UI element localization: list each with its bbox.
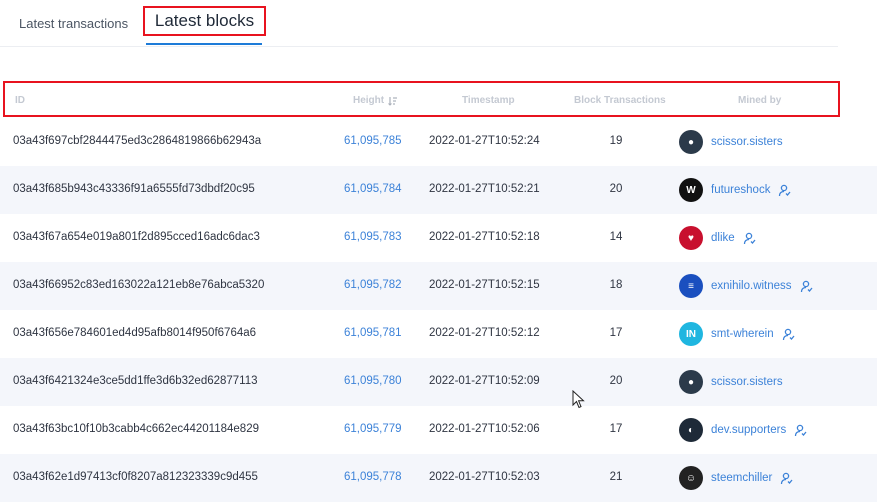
block-transaction-count: 20 — [609, 375, 623, 387]
block-id[interactable]: 03a43f685b943c43336f91a6555fd73dbdf20c95 — [13, 183, 255, 195]
miner-link[interactable]: ◐ dev.supporters — [679, 418, 807, 442]
block-height-link[interactable]: 61,095,783 — [344, 231, 402, 243]
face-avatar-icon: ☺ — [679, 466, 703, 490]
miner-name[interactable]: futureshock — [711, 184, 770, 196]
miner-link[interactable]: IN smt-wherein — [679, 322, 795, 346]
block-height-link[interactable]: 61,095,781 — [344, 327, 402, 339]
block-id[interactable]: 03a43f63bc10f10b3cabb4c662ec44201184e829 — [13, 423, 259, 435]
block-transaction-count: 14 — [609, 231, 623, 243]
block-timestamp: 2022-01-27T10:52:03 — [429, 471, 540, 483]
block-transaction-count: 17 — [609, 423, 623, 435]
block-timestamp: 2022-01-27T10:52:06 — [429, 423, 540, 435]
table-row[interactable]: 03a43f6421324e3ce5dd1ffe3d6b32ed62877113… — [0, 358, 877, 406]
block-transaction-count: 19 — [609, 135, 623, 147]
table-row[interactable]: 03a43f62e1d97413cf0f8207a812323339c9d455… — [0, 454, 877, 502]
column-header-id[interactable]: ID — [15, 95, 25, 106]
heart-logo-icon: ♥ — [679, 226, 703, 250]
column-header-block-transactions[interactable]: Block Transactions — [574, 95, 666, 106]
table-row[interactable]: 03a43f697cbf2844475ed3c2864819866b62943a… — [0, 118, 877, 166]
tab-bar: Latest transactions Latest blocks — [0, 0, 838, 47]
block-height-link[interactable]: 61,095,784 — [344, 183, 402, 195]
block-height-link[interactable]: 61,095,778 — [344, 471, 402, 483]
column-header-height[interactable]: Height — [353, 95, 398, 106]
w-logo-icon: W — [679, 178, 703, 202]
miner-link[interactable]: Wfutureshock — [679, 178, 791, 202]
miner-name[interactable]: smt-wherein — [711, 328, 774, 340]
block-height-link[interactable]: 61,095,780 — [344, 375, 402, 387]
block-transaction-count: 18 — [609, 279, 623, 291]
block-height-link[interactable]: 61,095,782 — [344, 279, 402, 291]
block-timestamp: 2022-01-27T10:52:24 — [429, 135, 540, 147]
table-row[interactable]: 03a43f656e784601ed4d95afb8014f950f6764a6… — [0, 310, 877, 358]
photo-avatar-icon: ● — [679, 130, 703, 154]
column-header-height-label: Height — [353, 95, 385, 106]
blocks-table-body: 03a43f697cbf2844475ed3c2864819866b62943a… — [0, 118, 877, 502]
table-row[interactable]: 03a43f63bc10f10b3cabb4c662ec44201184e829… — [0, 406, 877, 454]
block-transaction-count: 17 — [609, 327, 623, 339]
block-timestamp: 2022-01-27T10:52:09 — [429, 375, 540, 387]
block-id[interactable]: 03a43f656e784601ed4d95afb8014f950f6764a6 — [13, 327, 256, 339]
miner-name[interactable]: exnihilo.witness — [711, 280, 792, 292]
block-timestamp: 2022-01-27T10:52:21 — [429, 183, 540, 195]
tab-latest-transactions[interactable]: Latest transactions — [19, 16, 128, 31]
block-height-link[interactable]: 61,095,779 — [344, 423, 402, 435]
block-timestamp: 2022-01-27T10:52:18 — [429, 231, 540, 243]
block-id[interactable]: 03a43f67a654e019a801f2d895cced16adc6dac3 — [13, 231, 260, 243]
moon-logo-icon: ◐ — [679, 418, 703, 442]
miner-name[interactable]: scissor.sisters — [711, 376, 783, 388]
miner-link[interactable]: ♥ dlike — [679, 226, 756, 250]
mouse-cursor-icon — [572, 390, 585, 409]
miner-name[interactable]: scissor.sisters — [711, 136, 783, 148]
table-row[interactable]: 03a43f685b943c43336f91a6555fd73dbdf20c95… — [0, 166, 877, 214]
table-row[interactable]: 03a43f66952c83ed163022a121eb8e76abca5320… — [0, 262, 877, 310]
witness-badge-icon — [779, 184, 791, 196]
witness-badge-icon — [795, 424, 807, 436]
steem-logo-icon: ≡ — [679, 274, 703, 298]
block-height-link[interactable]: 61,095,785 — [344, 135, 402, 147]
active-tab-indicator — [146, 43, 262, 45]
block-timestamp: 2022-01-27T10:52:15 — [429, 279, 540, 291]
photo-avatar-icon: ● — [679, 370, 703, 394]
miner-link[interactable]: ● scissor.sisters — [679, 130, 783, 154]
block-id[interactable]: 03a43f697cbf2844475ed3c2864819866b62943a — [13, 135, 261, 147]
miner-link[interactable]: ≡ exnihilo.witness — [679, 274, 813, 298]
block-id[interactable]: 03a43f6421324e3ce5dd1ffe3d6b32ed62877113 — [13, 375, 258, 387]
table-header: ID Height Timestamp Block Transactions M… — [3, 81, 840, 117]
block-timestamp: 2022-01-27T10:52:12 — [429, 327, 540, 339]
miner-link[interactable]: ● scissor.sisters — [679, 370, 783, 394]
tab-latest-blocks[interactable]: Latest blocks — [143, 6, 266, 36]
witness-badge-icon — [743, 232, 756, 244]
column-header-timestamp[interactable]: Timestamp — [462, 95, 515, 106]
block-transaction-count: 20 — [609, 183, 623, 195]
miner-name[interactable]: dev.supporters — [711, 424, 786, 436]
witness-badge-icon — [800, 280, 813, 292]
miner-name[interactable]: steemchiller — [711, 472, 772, 484]
witness-badge-icon — [781, 472, 793, 484]
table-row[interactable]: 03a43f67a654e019a801f2d895cced16adc6dac3… — [0, 214, 877, 262]
block-id[interactable]: 03a43f66952c83ed163022a121eb8e76abca5320 — [13, 279, 264, 291]
miner-link[interactable]: ☺ steemchiller — [679, 466, 793, 490]
sort-descending-icon[interactable] — [388, 96, 398, 106]
in-logo-icon: IN — [679, 322, 703, 346]
block-id[interactable]: 03a43f62e1d97413cf0f8207a812323339c9d455 — [13, 471, 258, 483]
block-transaction-count: 21 — [609, 471, 623, 483]
column-header-mined-by[interactable]: Mined by — [738, 95, 781, 106]
witness-badge-icon — [782, 328, 795, 340]
miner-name[interactable]: dlike — [711, 232, 735, 244]
